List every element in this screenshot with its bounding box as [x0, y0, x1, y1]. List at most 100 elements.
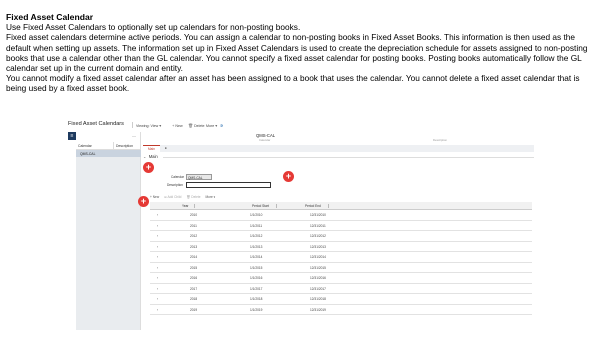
cell-period-end: 12/31/2014 [310, 255, 326, 259]
column-header-calendar[interactable]: Calendar [76, 142, 114, 149]
doc-paragraph: You cannot modify a fixed asset calendar… [6, 73, 580, 94]
new-button[interactable]: + New [172, 123, 183, 128]
table-row[interactable]: › 2018 1/1/2018 12/31/2018 [150, 294, 532, 305]
section-divider [163, 157, 534, 158]
app-title: Fixed Asset Calendars [68, 121, 124, 127]
cell-period-end: 12/31/2012 [310, 234, 326, 238]
column-header-year[interactable]: Year [182, 202, 188, 210]
more-label: More [206, 123, 215, 128]
delete-label: Delete [194, 123, 205, 128]
cell-period-end: 12/31/2015 [310, 265, 326, 270]
annotation-plus-icon: + [283, 171, 294, 182]
column-header-period-end[interactable]: Period End [305, 202, 321, 210]
record-status-icon[interactable]: ● [160, 145, 172, 152]
cell-year: 2016 [190, 276, 198, 280]
cell-period-end: 12/31/2019 [310, 307, 326, 312]
grid-more-menu[interactable]: More ▾ [206, 195, 216, 199]
grid-delete-button[interactable]: 🗑 Delete [186, 195, 200, 199]
grid-new-button[interactable]: + New [150, 195, 159, 199]
column-resize-handle[interactable] [194, 204, 195, 208]
cell-period-start: 1/1/2012 [250, 234, 263, 238]
table-row[interactable]: › 2012 1/1/2012 12/31/2012 [150, 231, 532, 242]
row-expand-icon[interactable]: › [157, 273, 158, 283]
toolbar-separator [132, 122, 133, 128]
cell-period-start: 1/1/2014 [250, 255, 263, 259]
menu-icon[interactable]: ≡ [68, 132, 76, 140]
record-calendar-label: Calendar [259, 138, 271, 142]
annotation-plus-icon: + [138, 196, 149, 207]
cell-year: 2014 [190, 255, 198, 259]
cell-year: 2015 [190, 265, 198, 270]
column-resize-handle[interactable] [328, 204, 329, 208]
row-expand-icon[interactable]: › [157, 221, 158, 231]
table-row[interactable]: › 2017 1/1/2017 12/31/2017 [150, 284, 532, 294]
grid-toolbar: + New ⊞ Add Child 🗑 Delete More ▾ [150, 194, 215, 200]
table-row[interactable]: › 2016 1/1/2016 12/31/2016 [150, 273, 532, 284]
calendar-field[interactable]: QMS-CAL [186, 174, 212, 180]
grid-header: Year Period Start Period End [150, 202, 532, 210]
trash-icon: 🗑 [188, 123, 194, 128]
table-row[interactable]: › 2019 1/1/2019 12/31/2019 [150, 305, 532, 315]
chevron-down-icon: ▾ [215, 123, 218, 128]
cell-period-start: 1/1/2018 [250, 297, 263, 301]
viewing-dropdown[interactable]: Viewing: View ▾ [136, 123, 161, 128]
annotation-plus-icon: + [143, 162, 154, 173]
grid-body: › 2010 1/1/2010 12/31/2010 › 2011 1/1/2011 12/3… [150, 210, 532, 315]
more-menu[interactable]: More ▾ [206, 123, 217, 128]
row-expand-icon[interactable]: › [157, 242, 158, 252]
section-title: Main [148, 154, 158, 159]
list-item[interactable]: QMS-CAL [76, 150, 141, 157]
row-expand-icon[interactable]: › [157, 263, 158, 273]
collapse-icon[interactable]: — [132, 133, 136, 138]
column-header-description[interactable]: Description [114, 142, 135, 149]
record-description-label: Description [433, 138, 447, 142]
column-header-period-start[interactable]: Period Start [252, 202, 269, 210]
row-expand-icon[interactable]: › [157, 252, 158, 262]
cell-period-end: 12/31/2013 [310, 244, 326, 249]
table-row[interactable]: › 2015 1/1/2015 12/31/2015 [150, 263, 532, 273]
cell-period-end: 12/31/2010 [310, 213, 326, 217]
left-list-panel: — Calendar Description QMS-CAL [76, 132, 141, 330]
tab-main[interactable]: Main [143, 145, 160, 152]
cell-year: 2010 [190, 213, 198, 217]
record-header: QMS-CAL Calendar Description [143, 132, 534, 142]
app-toolbar: Fixed Asset Calendars Viewing: View ▾ + … [68, 118, 534, 132]
row-expand-icon[interactable]: › [157, 231, 158, 241]
app-screenshot: Fixed Asset Calendars Viewing: View ▾ + … [68, 118, 534, 330]
cell-period-start: 1/1/2015 [250, 265, 263, 270]
cell-year: 2012 [190, 234, 198, 238]
cell-period-start: 1/1/2019 [250, 307, 263, 312]
cell-period-end: 12/31/2017 [310, 286, 326, 291]
cell-period-start: 1/1/2016 [250, 276, 263, 280]
table-row[interactable]: › 2011 1/1/2011 12/31/2011 [150, 221, 532, 231]
cell-period-start: 1/1/2017 [250, 286, 263, 291]
table-row[interactable]: › 2010 1/1/2010 12/31/2010 [150, 210, 532, 221]
tab-bar: Main ● [143, 145, 534, 152]
plus-icon: + [172, 123, 175, 128]
row-expand-icon[interactable]: › [157, 284, 158, 294]
section-main-header[interactable]: ⌄ Main [143, 154, 158, 159]
row-expand-icon[interactable]: › [157, 294, 158, 304]
cell-period-start: 1/1/2010 [250, 213, 263, 217]
doc-paragraph: Use Fixed Asset Calendars to optionally … [6, 22, 301, 33]
calendar-field-label: Calendar [171, 175, 184, 179]
description-field[interactable] [186, 182, 271, 188]
column-resize-handle[interactable] [276, 204, 277, 208]
cell-year: 2013 [190, 244, 198, 249]
doc-paragraph: Fixed asset calendars determine active p… [6, 32, 588, 74]
row-expand-icon[interactable]: › [157, 210, 158, 220]
row-expand-icon[interactable]: › [157, 305, 158, 315]
table-row[interactable]: › 2014 1/1/2014 12/31/2014 [150, 252, 532, 263]
cell-period-end: 12/31/2018 [310, 297, 326, 301]
settings-icon[interactable]: ✲ [220, 123, 223, 128]
grid-add-child-button[interactable]: ⊞ Add Child [164, 195, 181, 199]
table-row[interactable]: › 2013 1/1/2013 12/31/2013 [150, 242, 532, 252]
cell-period-end: 12/31/2016 [310, 276, 326, 280]
documentation-text: Fixed Asset Calendar Use Fixed Asset Cal… [6, 12, 596, 94]
cell-year: 2011 [190, 223, 197, 228]
cell-period-start: 1/1/2013 [250, 244, 263, 249]
delete-button[interactable]: 🗑 Delete [188, 123, 204, 128]
chevron-down-icon: ▾ [159, 123, 162, 128]
cell-year: 2019 [190, 307, 198, 312]
viewing-label: Viewing: View [136, 123, 159, 128]
